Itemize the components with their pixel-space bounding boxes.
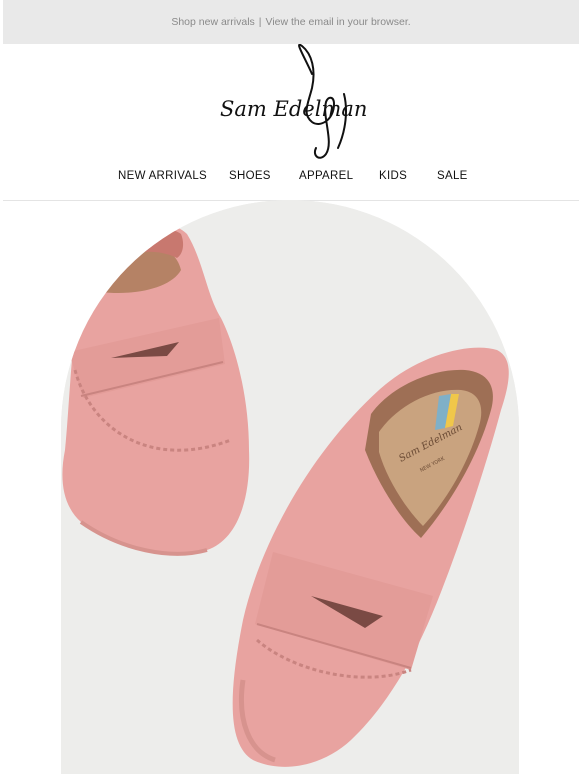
nav-new-arrivals[interactable]: NEW ARRIVALS — [118, 170, 207, 182]
preheader-separator: | — [258, 16, 262, 28]
preheader-bar: Shop new arrivals | View the email in yo… — [3, 0, 579, 44]
view-in-browser-link[interactable]: View the email in your browser. — [266, 16, 411, 28]
loafers-illustration: Sam Edelman NEW YORK — [61, 200, 519, 774]
logo-wordmark: Sam Edelman — [220, 97, 366, 121]
shop-new-arrivals-link[interactable]: Shop new arrivals — [171, 16, 254, 28]
nav-apparel[interactable]: APPAREL — [299, 170, 353, 182]
nav-shoes[interactable]: SHOES — [229, 170, 271, 182]
brand-logo[interactable]: Sam Edelman — [216, 44, 366, 162]
main-nav: NEW ARRIVALS SHOES APPAREL KIDS SALE — [0, 168, 580, 188]
email-page: Shop new arrivals | View the email in yo… — [0, 0, 580, 774]
nav-sale[interactable]: SALE — [437, 170, 468, 182]
hero-image[interactable]: Sam Edelman NEW YORK — [61, 200, 519, 774]
nav-kids[interactable]: KIDS — [379, 170, 407, 182]
